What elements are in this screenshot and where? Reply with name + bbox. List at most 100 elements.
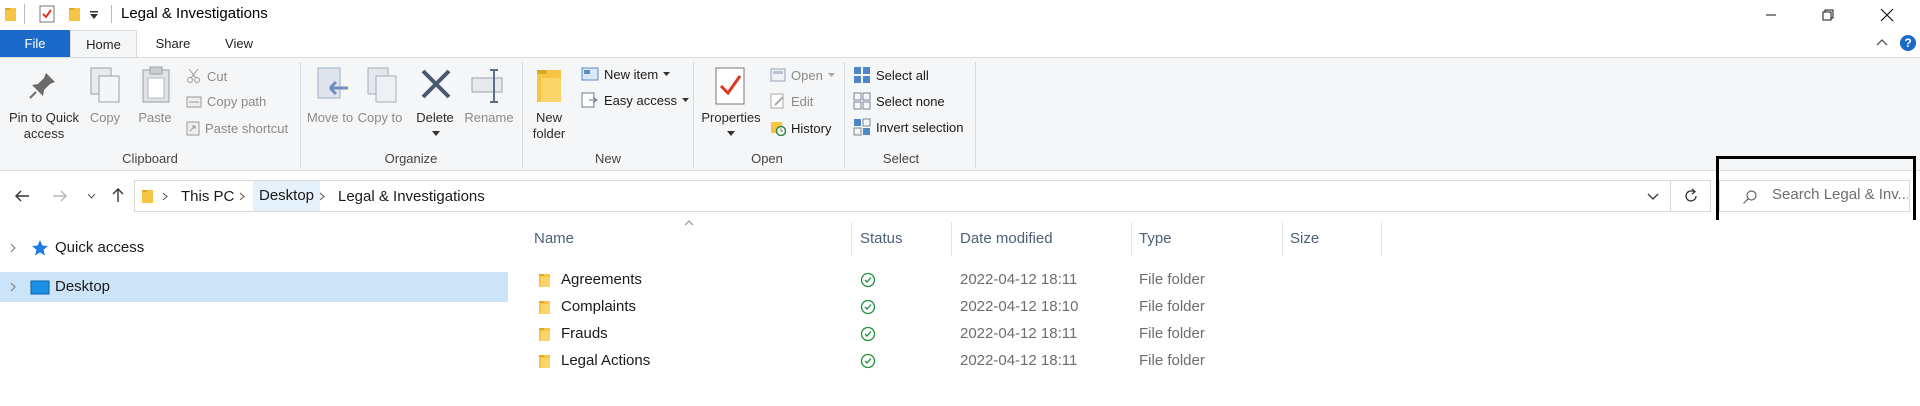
tab-file[interactable]: File bbox=[0, 30, 70, 57]
minimize-icon bbox=[1765, 9, 1777, 21]
file-date-modified: 2022-04-12 18:10 bbox=[960, 298, 1079, 315]
copy-button[interactable]: Copy bbox=[85, 110, 125, 126]
easy-access-label: Easy access bbox=[604, 92, 677, 108]
properties-dropdown-icon[interactable] bbox=[727, 131, 735, 137]
open-label: Open bbox=[791, 67, 823, 83]
recent-locations-icon[interactable] bbox=[87, 193, 96, 199]
copy-path-button[interactable]: Copy path bbox=[186, 94, 266, 109]
group-divider bbox=[975, 62, 976, 168]
nav-item-quick-access[interactable]: Quick access bbox=[0, 233, 508, 263]
new-folder-button[interactable]: New folder bbox=[525, 110, 573, 142]
column-divider[interactable] bbox=[1282, 222, 1283, 256]
table-row[interactable]: Agreements 2022-04-12 18:11 File folder bbox=[510, 267, 1610, 294]
column-divider[interactable] bbox=[851, 222, 852, 256]
chevron-right-icon[interactable] bbox=[10, 282, 16, 292]
edit-button[interactable]: Edit bbox=[770, 93, 813, 109]
copy-to-label: Copy to bbox=[357, 110, 403, 125]
file-type: File folder bbox=[1139, 298, 1205, 315]
new-item-label: New item bbox=[604, 66, 659, 82]
paste-icon bbox=[141, 66, 171, 104]
collapse-ribbon-icon[interactable] bbox=[1876, 37, 1888, 47]
file-date-modified: 2022-04-12 18:11 bbox=[960, 325, 1078, 342]
column-divider[interactable] bbox=[1381, 222, 1382, 256]
rename-icon bbox=[470, 66, 508, 106]
new-folder-icon bbox=[535, 66, 565, 106]
restore-button[interactable] bbox=[1805, 0, 1851, 30]
move-to-button[interactable]: Move to bbox=[305, 110, 355, 126]
file-type: File folder bbox=[1139, 271, 1205, 288]
help-icon[interactable]: ? bbox=[1899, 34, 1917, 52]
file-date-modified: 2022-04-12 18:11 bbox=[960, 352, 1078, 369]
restore-icon bbox=[1822, 9, 1834, 21]
new-folder-qat-icon[interactable] bbox=[68, 6, 82, 22]
column-header-name[interactable]: Name bbox=[534, 230, 574, 247]
copy-path-label: Copy path bbox=[207, 94, 267, 109]
window-title: Legal & Investigations bbox=[121, 5, 268, 22]
column-header-size[interactable]: Size bbox=[1290, 230, 1319, 247]
new-item-button[interactable]: New item bbox=[581, 66, 671, 82]
title-divider bbox=[111, 5, 112, 23]
copy-path-icon bbox=[186, 95, 202, 109]
table-row[interactable]: Frauds 2022-04-12 18:11 File folder bbox=[510, 321, 1610, 348]
copy-to-button[interactable]: Copy to bbox=[355, 110, 405, 126]
column-divider[interactable] bbox=[1131, 222, 1132, 256]
search-box[interactable] bbox=[1719, 180, 1910, 212]
refresh-button[interactable] bbox=[1671, 180, 1711, 212]
nav-item-desktop[interactable]: Desktop bbox=[0, 272, 508, 302]
tab-share[interactable]: Share bbox=[150, 30, 196, 57]
forward-icon[interactable] bbox=[52, 189, 68, 203]
select-all-button[interactable]: Select all bbox=[853, 66, 929, 84]
table-row[interactable]: Legal Actions 2022-04-12 18:11 File fold… bbox=[510, 348, 1610, 375]
select-none-button[interactable]: Select none bbox=[853, 92, 945, 110]
tab-view[interactable]: View bbox=[222, 30, 256, 57]
breadcrumb-current-folder[interactable]: Legal & Investigations bbox=[338, 188, 485, 205]
open-button[interactable]: Open bbox=[770, 67, 835, 83]
copy-icon bbox=[89, 66, 121, 104]
properties-button[interactable]: Properties bbox=[696, 110, 766, 126]
navigation-bar: This PC Desktop Legal & Investigations bbox=[0, 172, 1920, 220]
tab-home[interactable]: Home bbox=[70, 30, 137, 57]
title-bar: Legal & Investigations bbox=[0, 0, 1920, 30]
chevron-right-icon[interactable] bbox=[10, 243, 16, 253]
select-group-label: Select bbox=[882, 151, 920, 166]
cut-label: Cut bbox=[207, 68, 228, 84]
history-button[interactable]: History bbox=[770, 120, 831, 136]
up-icon[interactable] bbox=[111, 187, 125, 203]
chevron-right-icon[interactable] bbox=[239, 192, 245, 201]
easy-access-button[interactable]: Easy access bbox=[581, 92, 689, 108]
open-group: Properties Open Edit History Open bbox=[694, 58, 844, 172]
address-bar[interactable]: This PC Desktop Legal & Investigations bbox=[134, 180, 1671, 212]
minimize-button[interactable] bbox=[1748, 0, 1794, 30]
column-header-date-modified[interactable]: Date modified bbox=[960, 230, 1053, 247]
paste-shortcut-button[interactable]: Paste shortcut bbox=[186, 120, 288, 136]
folder-icon bbox=[538, 272, 552, 288]
navigation-pane: Quick access Desktop bbox=[0, 220, 508, 406]
rename-button[interactable]: Rename bbox=[463, 110, 515, 126]
back-icon[interactable] bbox=[14, 189, 30, 203]
customize-qat-icon[interactable] bbox=[89, 10, 99, 20]
breadcrumb-this-pc[interactable]: This PC bbox=[181, 188, 234, 205]
clipboard-group: Pin to Quick access Copy Paste Cut Copy … bbox=[0, 58, 300, 172]
edit-icon bbox=[770, 93, 786, 109]
move-to-label: Move to bbox=[306, 110, 354, 125]
check-circle-icon bbox=[860, 326, 876, 342]
close-button[interactable] bbox=[1864, 0, 1910, 30]
chevron-right-icon[interactable] bbox=[162, 192, 168, 201]
breadcrumb-desktop[interactable]: Desktop bbox=[253, 181, 321, 211]
invert-selection-button[interactable]: Invert selection bbox=[853, 118, 963, 136]
pin-to-quick-access-button[interactable]: Pin to Quick access bbox=[2, 110, 86, 142]
column-header-type[interactable]: Type bbox=[1139, 230, 1172, 247]
copy-to-icon bbox=[366, 66, 400, 106]
select-all-icon bbox=[853, 66, 871, 84]
search-input[interactable] bbox=[1772, 186, 1908, 203]
delete-button[interactable]: Delete bbox=[410, 110, 460, 126]
properties-qat-icon[interactable] bbox=[39, 5, 55, 23]
cut-button[interactable]: Cut bbox=[186, 68, 227, 84]
address-dropdown-icon[interactable] bbox=[1647, 193, 1659, 201]
table-row[interactable]: Complaints 2022-04-12 18:10 File folder bbox=[510, 294, 1610, 321]
delete-dropdown-icon[interactable] bbox=[432, 131, 440, 137]
column-divider[interactable] bbox=[951, 222, 952, 256]
paste-button[interactable]: Paste bbox=[134, 110, 176, 126]
chevron-right-icon[interactable] bbox=[319, 192, 325, 201]
column-header-status[interactable]: Status bbox=[860, 230, 903, 247]
